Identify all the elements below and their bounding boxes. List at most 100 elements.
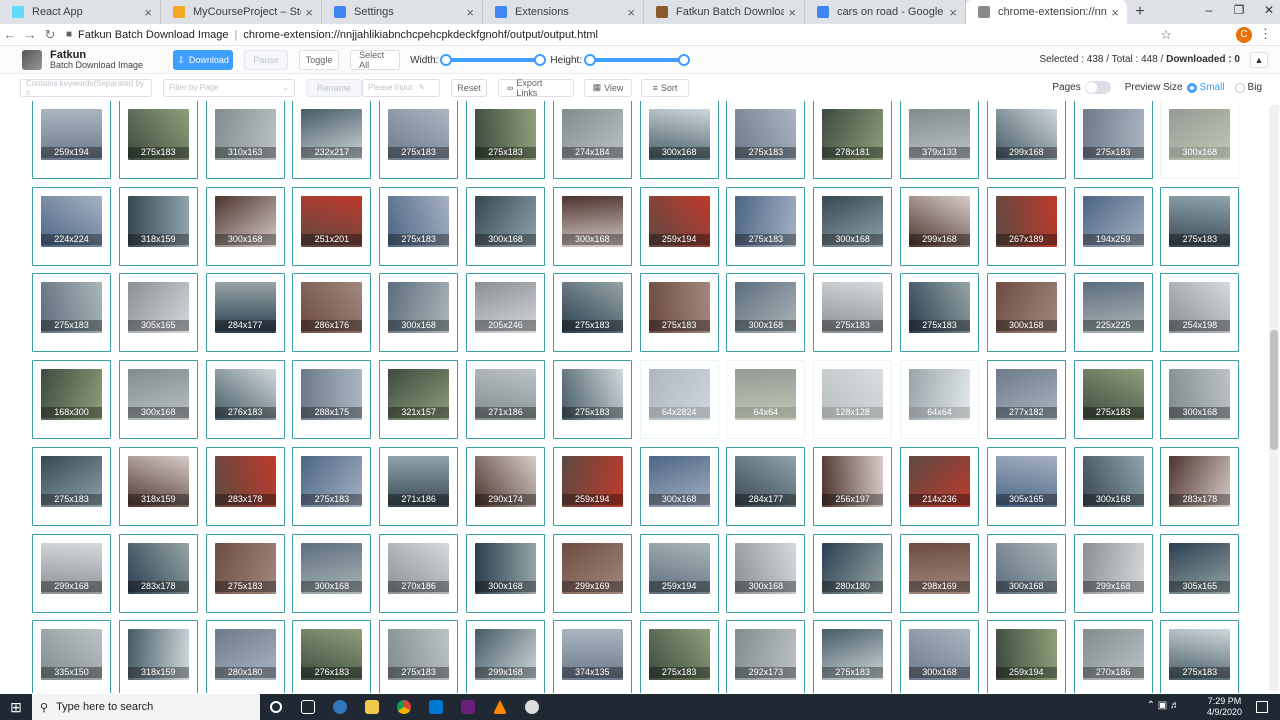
- bookmark-star-icon[interactable]: ☆: [1160, 27, 1172, 43]
- image-card[interactable]: 232x217: [292, 101, 372, 179]
- image-card[interactable]: 299x168: [1073, 533, 1153, 613]
- image-card[interactable]: 300x168: [900, 620, 979, 693]
- image-card[interactable]: 274x184: [552, 101, 632, 179]
- collapse-button[interactable]: ▲: [1250, 52, 1268, 68]
- cortana-icon[interactable]: [260, 694, 292, 720]
- image-card[interactable]: 300x168: [1160, 360, 1240, 440]
- image-card[interactable]: 318x159: [118, 620, 198, 693]
- image-card[interactable]: 259x194: [552, 446, 632, 526]
- image-card[interactable]: 318x159: [118, 186, 198, 266]
- image-card[interactable]: 275x183: [118, 101, 198, 179]
- image-card[interactable]: 275x183: [552, 360, 632, 440]
- image-card[interactable]: 318x159: [118, 446, 198, 526]
- reset-button[interactable]: Reset: [451, 78, 487, 97]
- chrome-icon[interactable]: [388, 694, 420, 720]
- height-slider[interactable]: [584, 54, 691, 66]
- image-card[interactable]: 300x168: [639, 446, 719, 526]
- select-all-button[interactable]: Select All: [350, 50, 401, 70]
- image-card[interactable]: 300x168: [379, 273, 459, 353]
- image-card[interactable]: 259x194: [639, 186, 719, 266]
- image-card[interactable]: 275x183: [900, 273, 979, 353]
- image-card[interactable]: 300x168: [466, 186, 545, 266]
- image-card[interactable]: 276x183: [292, 620, 372, 693]
- image-card[interactable]: 275x183: [726, 186, 806, 266]
- image-card[interactable]: 299x168: [466, 620, 545, 693]
- tab-close-icon[interactable]: ×: [1111, 5, 1119, 20]
- height-slider-min-knob[interactable]: [584, 54, 597, 66]
- rename-input[interactable]: Please Input ✎: [362, 78, 440, 97]
- vlc-icon[interactable]: [484, 694, 516, 720]
- windows-start-icon[interactable]: ⊞: [0, 699, 32, 716]
- image-card[interactable]: 292x173: [726, 620, 806, 693]
- forward-icon[interactable]: →: [20, 27, 40, 42]
- big-radio[interactable]: [1234, 82, 1245, 93]
- image-card[interactable]: 275x183: [639, 273, 719, 353]
- image-card[interactable]: 300x168: [726, 533, 806, 613]
- image-card[interactable]: 275x183: [1160, 620, 1240, 693]
- image-card[interactable]: 224x224: [32, 186, 111, 266]
- image-card[interactable]: 300x168: [552, 186, 632, 266]
- scrollbar-thumb[interactable]: [1270, 330, 1278, 450]
- github-desktop-icon[interactable]: [516, 694, 548, 720]
- image-card[interactable]: 300x168: [118, 360, 198, 440]
- image-card[interactable]: 128x128: [813, 360, 893, 440]
- browser-tab[interactable]: MyCourseProject – Storage – Fire ×: [161, 0, 322, 24]
- image-card[interactable]: 168x300: [32, 360, 111, 440]
- image-card[interactable]: 275x183: [813, 273, 893, 353]
- image-card[interactable]: 284x177: [726, 446, 806, 526]
- edge-icon[interactable]: [324, 694, 356, 720]
- image-card[interactable]: 214x236: [900, 446, 979, 526]
- image-card[interactable]: 275x183: [813, 620, 893, 693]
- image-card[interactable]: 379x133: [900, 101, 979, 179]
- image-card[interactable]: 275x183: [379, 101, 459, 179]
- image-card[interactable]: 278x181: [813, 101, 893, 179]
- url-field[interactable]: ■ Fatkun Batch Download Image | chrome-e…: [66, 29, 598, 41]
- image-card[interactable]: 64x2824: [639, 360, 719, 440]
- image-card[interactable]: 300x168: [1073, 446, 1153, 526]
- image-card[interactable]: 275x183: [1073, 360, 1153, 440]
- image-card[interactable]: 300x168: [1160, 101, 1240, 179]
- image-card[interactable]: 259x194: [32, 101, 111, 179]
- image-card[interactable]: 300x168: [726, 273, 806, 353]
- image-card[interactable]: 277x182: [986, 360, 1066, 440]
- width-slider-min-knob[interactable]: [440, 54, 453, 66]
- download-button[interactable]: ⇩ Download: [173, 50, 234, 70]
- image-card[interactable]: 374x135: [552, 620, 632, 693]
- notifications-icon[interactable]: [1256, 701, 1268, 713]
- export-links-button[interactable]: ∞ Export Links: [498, 78, 574, 98]
- image-card[interactable]: 284x177: [205, 273, 285, 353]
- image-card[interactable]: 283x178: [1160, 446, 1240, 526]
- minimize-icon[interactable]: –: [1194, 0, 1224, 22]
- image-card[interactable]: 225x225: [1073, 273, 1153, 353]
- image-card[interactable]: 64x64: [900, 360, 979, 440]
- image-card[interactable]: 254x198: [1160, 273, 1240, 353]
- tab-close-icon[interactable]: ×: [305, 5, 313, 20]
- image-card[interactable]: 259x194: [639, 533, 719, 613]
- image-card[interactable]: 288x175: [292, 360, 372, 440]
- image-card[interactable]: 275x183: [726, 101, 806, 179]
- image-card[interactable]: 299x168: [900, 186, 979, 266]
- image-card[interactable]: 300x168: [986, 533, 1066, 613]
- tab-close-icon[interactable]: ×: [466, 5, 474, 20]
- image-card[interactable]: 275x183: [552, 273, 632, 353]
- vscode-icon[interactable]: [420, 694, 452, 720]
- image-card[interactable]: 275x183: [1073, 101, 1153, 179]
- toggle-button[interactable]: Toggle: [299, 50, 340, 70]
- maximize-icon[interactable]: ❐: [1224, 0, 1254, 22]
- new-tab-icon[interactable]: +: [1127, 0, 1153, 24]
- image-card[interactable]: 275x183: [205, 533, 285, 613]
- image-card[interactable]: 271x186: [466, 360, 545, 440]
- image-card[interactable]: 280x180: [205, 620, 285, 693]
- next-app-icon[interactable]: [452, 694, 484, 720]
- rename-button[interactable]: Rename: [306, 78, 362, 97]
- taskbar-search[interactable]: ⚲ Type here to search: [32, 694, 260, 720]
- width-slider-max-knob[interactable]: [534, 54, 547, 66]
- view-button[interactable]: ▦ View: [584, 78, 632, 97]
- small-radio[interactable]: [1186, 82, 1197, 93]
- image-card[interactable]: 276x183: [205, 360, 285, 440]
- image-card[interactable]: 299x168: [32, 533, 111, 613]
- browser-tab[interactable]: Extensions ×: [483, 0, 644, 24]
- image-card[interactable]: 300x168: [986, 273, 1066, 353]
- image-card[interactable]: 275x183: [466, 101, 545, 179]
- image-card[interactable]: 205x246: [466, 273, 545, 353]
